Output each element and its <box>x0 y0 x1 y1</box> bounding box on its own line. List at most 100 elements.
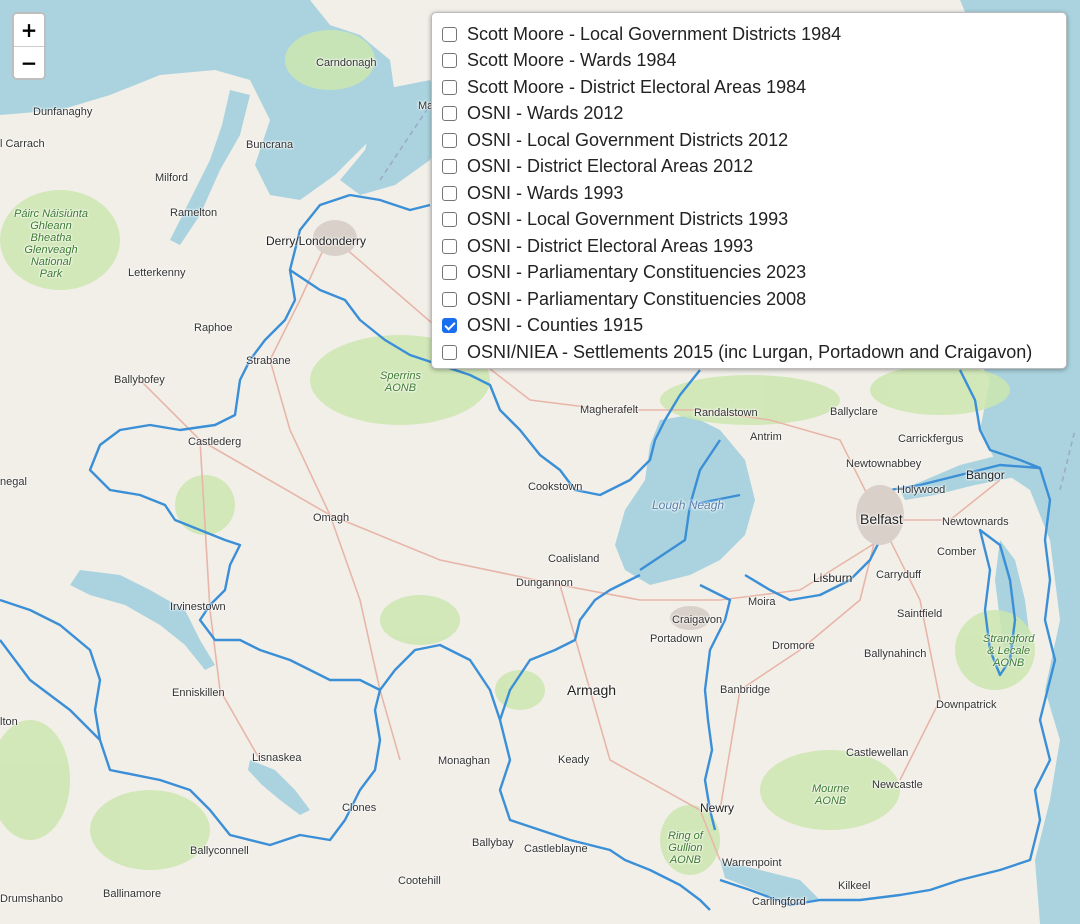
layer-checkbox[interactable] <box>442 79 457 95</box>
place-coalisland: Coalisland <box>548 553 600 565</box>
place-cookstown: Cookstown <box>528 481 583 493</box>
layer-option[interactable]: Scott Moore - District Electoral Areas 1… <box>442 74 1056 101</box>
park-sperrins: Sperrins AONB <box>380 370 421 394</box>
zoom-out-button[interactable]: − <box>14 46 44 78</box>
layer-option[interactable]: Scott Moore - Wards 1984 <box>442 48 1056 75</box>
place-antrim: Antrim <box>750 431 782 443</box>
layer-label: OSNI - District Electoral Areas 2012 <box>467 156 754 177</box>
place-ramelton: Ramelton <box>170 207 218 219</box>
layer-checkbox[interactable] <box>442 26 457 42</box>
place-buncrana: Buncrana <box>246 139 294 151</box>
place-newcastle: Newcastle <box>872 779 923 791</box>
place-magherafelt: Magherafelt <box>580 404 639 416</box>
place-monaghan: Monaghan <box>438 755 490 767</box>
place-ballynahinch: Ballynahinch <box>864 648 927 660</box>
place-dromore: Dromore <box>772 640 815 652</box>
layer-option[interactable]: OSNI - District Electoral Areas 2012 <box>442 154 1056 181</box>
place-omagh: Omagh <box>313 512 350 524</box>
layer-label: OSNI/NIEA - Settlements 2015 (inc Lurgan… <box>467 341 1033 362</box>
park-mourne: Mourne AONB <box>812 783 850 807</box>
place-newry: Newry <box>700 801 735 815</box>
place-drumshanbo: Drumshanbo <box>0 893 63 905</box>
layer-checkbox[interactable] <box>442 344 457 360</box>
layer-option[interactable]: OSNI/NIEA - Settlements 2015 (inc Lurgan… <box>442 339 1056 366</box>
place-milford: Milford <box>155 172 189 184</box>
layer-control: Scott Moore - Local Government Districts… <box>431 12 1067 369</box>
place-enniskillen: Enniskillen <box>172 687 225 699</box>
park-gullion: Ring of Gullion AONB <box>668 830 703 866</box>
place-comber: Comber <box>937 546 977 558</box>
park-glenveagh: Páirc Náisiúnta Ghleann Bheatha Glenveagh … <box>14 208 88 280</box>
layer-option[interactable]: OSNI - Wards 2012 <box>442 101 1056 128</box>
place-carryduff: Carryduff <box>876 569 922 581</box>
place-ballyclare: Ballyclare <box>830 406 878 418</box>
layer-label: OSNI - District Electoral Areas 1993 <box>467 235 754 256</box>
layer-option[interactable]: OSNI - Local Government Districts 2012 <box>442 127 1056 154</box>
layer-checkbox[interactable] <box>442 265 457 281</box>
place-irvinestown: Irvinestown <box>170 601 226 613</box>
place-letterkenny: Letterkenny <box>128 267 186 279</box>
place-clones: Clones <box>342 802 377 814</box>
place-castlewellan: Castlewellan <box>846 747 909 759</box>
place-cootehill: Cootehill <box>398 875 441 887</box>
layer-checkbox[interactable] <box>442 159 457 175</box>
layer-checkbox[interactable] <box>442 291 457 307</box>
place-craigavon: Craigavon <box>672 614 723 626</box>
layer-option[interactable]: OSNI - Local Government Districts 1993 <box>442 207 1056 234</box>
layer-label: OSNI - Parliamentary Constituencies 2008 <box>467 288 807 309</box>
layer-option[interactable]: OSNI - Wards 1993 <box>442 180 1056 207</box>
layer-option[interactable]: Scott Moore - Local Government Districts… <box>442 21 1056 48</box>
layer-label: Scott Moore - Wards 1984 <box>467 50 677 71</box>
place-ballyconnell: Ballyconnell <box>190 845 249 857</box>
place-bangor: Bangor <box>966 468 1005 482</box>
layer-label: Scott Moore - District Electoral Areas 1… <box>467 76 807 97</box>
layer-checkbox[interactable] <box>442 185 457 201</box>
layer-label: OSNI - Counties 1915 <box>467 315 644 336</box>
place-warrenpoint: Warrenpoint <box>722 857 782 869</box>
place-holywood: Holywood <box>897 484 946 496</box>
layer-label: OSNI - Wards 2012 <box>467 103 624 124</box>
place-lisburn: Lisburn <box>813 571 853 585</box>
place-portadown: Portadown <box>650 633 703 645</box>
water-lough-neagh: Lough Neagh <box>652 498 725 512</box>
place-downpatrick: Downpatrick <box>936 699 997 711</box>
layer-checkbox[interactable] <box>442 53 457 69</box>
layer-checkbox[interactable] <box>442 106 457 122</box>
layer-checkbox[interactable] <box>442 212 457 228</box>
layer-option[interactable]: OSNI - District Electoral Areas 1993 <box>442 233 1056 260</box>
place-armagh: Armagh <box>567 682 617 698</box>
place-banbridge: Banbridge <box>720 684 771 696</box>
layer-label: OSNI - Local Government Districts 2012 <box>467 129 789 150</box>
place-negal: negal <box>0 476 27 488</box>
zoom-in-button[interactable]: + <box>14 14 44 46</box>
place-lisnaskea: Lisnaskea <box>252 752 302 764</box>
layer-option[interactable]: OSNI - Parliamentary Constituencies 2023 <box>442 260 1056 287</box>
place-dungannon: Dungannon <box>516 577 573 589</box>
place-saintfield: Saintfield <box>897 608 943 620</box>
place-moira: Moira <box>748 596 776 608</box>
layer-label: OSNI - Local Government Districts 1993 <box>467 209 789 230</box>
layer-label: OSNI - Parliamentary Constituencies 2023 <box>467 262 807 283</box>
place-ballinamore: Ballinamore <box>103 888 162 900</box>
layer-option[interactable]: OSNI - Parliamentary Constituencies 2008 <box>442 286 1056 313</box>
place-carndonagh: Carndonagh <box>316 57 377 69</box>
layer-checkbox[interactable] <box>442 132 457 148</box>
place-newtownards: Newtownards <box>942 516 1009 528</box>
place-strabane: Strabane <box>246 355 291 367</box>
layer-checkbox[interactable] <box>442 238 457 254</box>
place-lton: lton <box>0 716 18 728</box>
place-kilkeel: Kilkeel <box>838 880 871 892</box>
layer-label: Scott Moore - Local Government Districts… <box>467 23 842 44</box>
place-ballybofey: Ballybofey <box>114 374 165 386</box>
place-castlederg: Castlederg <box>188 436 242 448</box>
place-derry: Derry/Londonderry <box>266 234 367 248</box>
place-carlingford: Carlingford <box>752 896 806 908</box>
place-dunfanaghy: Dunfanaghy <box>33 106 93 118</box>
place-belfast: Belfast <box>860 511 903 527</box>
zoom-control: + − <box>12 12 46 80</box>
place-newtownabbey: Newtownabbey <box>846 458 922 470</box>
place-carrickfergus: Carrickfergus <box>898 433 964 445</box>
park-strangford: Strangford & Lecale AONB <box>983 633 1035 669</box>
layer-checkbox[interactable] <box>442 318 457 334</box>
layer-option[interactable]: OSNI - Counties 1915 <box>442 313 1056 340</box>
